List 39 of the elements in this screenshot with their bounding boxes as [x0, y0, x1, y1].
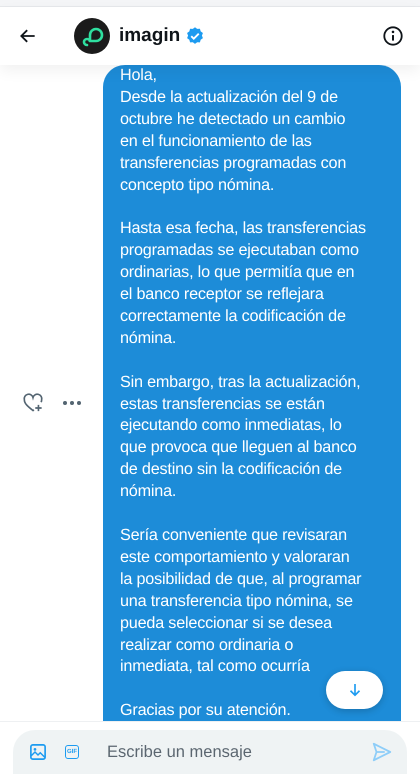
message-text: que provoca que lleguen al banco	[120, 437, 358, 458]
more-button[interactable]	[62, 400, 82, 406]
add-reaction-button[interactable]	[22, 393, 44, 413]
message-text: programadas se ejecutaban como	[120, 240, 360, 262]
message-text: Gracias por su atención.	[120, 700, 292, 721]
message-text: Sería conveniente que revisaran	[120, 524, 348, 546]
image-icon	[29, 743, 47, 761]
image-button[interactable]	[29, 743, 47, 761]
message-text: en el funcionamiento de las	[120, 130, 313, 152]
message-text: este comportamiento y valoraran	[120, 546, 351, 568]
message-text: Hola,	[120, 65, 158, 86]
message-text: ejecutando como inmediatas, lo	[120, 415, 343, 436]
account-name: imagin	[119, 25, 180, 47]
verified-badge-icon	[185, 26, 206, 46]
message-text: realizar como ordinaria o	[120, 634, 294, 656]
message-text: de destino sin la codificación de	[120, 459, 343, 480]
message-text: inmediata, tal como ocurría	[120, 656, 311, 678]
message-text: una transferencia tipo nómina, se	[120, 590, 354, 612]
message-text: el banco receptor se reflejara	[120, 284, 325, 306]
message-text: octubre he detectado un cambio	[120, 108, 346, 130]
send-icon	[371, 741, 393, 763]
message-text: Desde la actualización del 9 de	[120, 86, 339, 108]
message-text: nómina.	[120, 481, 178, 502]
message-text: correctamente la codificación de	[120, 306, 347, 327]
message-text: estas transferencias se están	[120, 394, 326, 415]
avatar	[74, 18, 110, 54]
message-text: Sin embargo, tras la actualización,	[120, 372, 362, 393]
info-button[interactable]	[382, 25, 404, 47]
message-input[interactable]: Escribe un mensaje	[105, 742, 353, 762]
heart-plus-icon	[22, 393, 44, 413]
info-icon	[382, 25, 404, 47]
message-text: nómina.	[120, 328, 178, 349]
message-text: ordinarias, lo que permitía que en	[120, 262, 356, 284]
message-text: concepto tipo nómina.	[120, 174, 276, 196]
message-text: Hasta esa fecha, las transferencias	[120, 218, 367, 240]
message-text: la posibilidad de que, al programar	[120, 568, 362, 590]
message-text: pueda seleccionar si se desea	[120, 612, 334, 634]
message-text: transferencias programadas con	[120, 152, 348, 174]
more-icon	[62, 400, 82, 406]
